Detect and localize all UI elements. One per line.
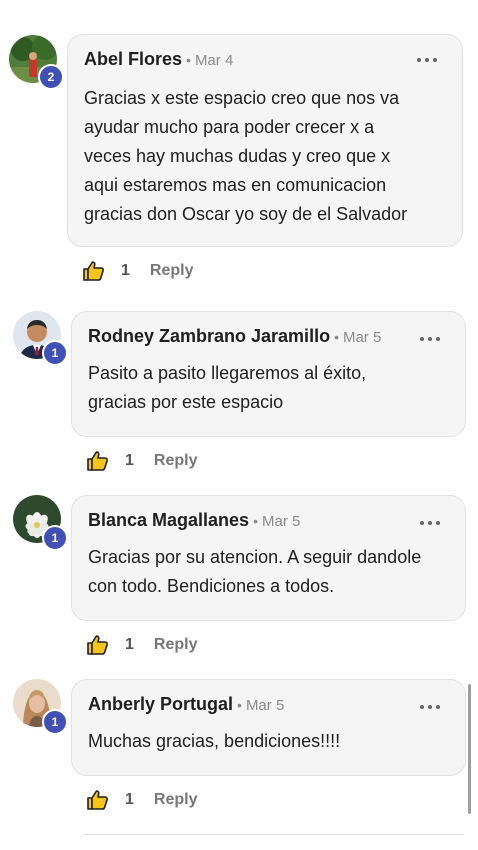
comment-bubble: Rodney Zambrano Jaramillo • Mar 5 Pasito a… [71, 311, 466, 437]
comment-bubble: Anberly Portugal • Mar 5 Muchas gracias, b… [71, 679, 466, 776]
level-badge: 1 [42, 709, 68, 735]
comment-line: veces hay muchas dudas y creo que x [84, 146, 391, 166]
separator-dot: • [334, 329, 339, 345]
comment-line: Gracias x este espacio creo que nos va [84, 88, 400, 108]
scrollbar[interactable] [468, 684, 471, 814]
separator-dot: • [186, 52, 191, 68]
comment-header: Anberly Portugal • Mar 5 [88, 694, 284, 715]
thumbs-up-icon[interactable] [86, 449, 110, 473]
like-count: 1 [125, 452, 134, 469]
thumbs-up-icon[interactable] [86, 788, 110, 812]
comment-bubble: Abel Flores • Mar 4 Gracias x este espacio… [67, 34, 463, 247]
reply-button[interactable]: Reply [154, 452, 198, 470]
level-badge: 1 [42, 340, 68, 366]
comment-actions: 1 Reply [86, 633, 197, 657]
comment-actions: 1 Reply [86, 788, 197, 812]
comment-line: Muchas gracias, bendiciones!!!! [88, 731, 341, 751]
comment-header: Blanca Magallanes • Mar 5 [88, 510, 300, 531]
comment-text: Gracias por su atencion. A seguir dandol… [88, 543, 451, 601]
thumbs-up-icon[interactable] [86, 633, 110, 657]
comment-line: Gracias por su atencion. A seguir dandol… [88, 547, 422, 567]
thumbs-up-icon[interactable] [82, 259, 106, 283]
comment-date[interactable]: Mar 5 [246, 697, 284, 714]
comment-header: Abel Flores • Mar 4 [84, 49, 233, 70]
comment-date[interactable]: Mar 5 [343, 329, 381, 346]
level-badge: 1 [42, 525, 68, 551]
comment-text: Gracias x este espacio creo que nos va a… [84, 84, 448, 229]
comment-line: aqui estaremos mas en comunicacion [84, 175, 387, 195]
like-count: 1 [125, 636, 134, 653]
separator-dot: • [253, 513, 258, 529]
comment-line: gracias don Oscar yo soy de el Salvador [84, 204, 408, 224]
reply-button[interactable]: Reply [154, 636, 198, 654]
divider [84, 834, 464, 835]
comment-actions: 1 Reply [82, 259, 193, 283]
comment-date[interactable]: Mar 5 [262, 513, 300, 530]
like-count: 1 [125, 791, 134, 808]
comment-actions: 1 Reply [86, 449, 197, 473]
comment-bubble: Blanca Magallanes • Mar 5 Gracias por su a… [71, 495, 466, 621]
comment-line: gracias por este espacio [88, 392, 284, 412]
comment-line: con todo. Bendiciones a todos. [88, 576, 335, 596]
author-name[interactable]: Rodney Zambrano Jaramillo [88, 326, 330, 346]
more-options-icon[interactable] [420, 704, 440, 710]
comment-text: Pasito a pasito llegaremos al éxito, gra… [88, 359, 451, 417]
more-options-icon[interactable] [420, 336, 440, 342]
author-name[interactable]: Blanca Magallanes [88, 510, 249, 530]
comment-line: ayudar mucho para poder crecer x a [84, 117, 375, 137]
comment-date[interactable]: Mar 4 [195, 52, 233, 69]
comment-line: Pasito a pasito llegaremos al éxito, [88, 363, 367, 383]
author-name[interactable]: Anberly Portugal [88, 694, 233, 714]
more-options-icon[interactable] [420, 520, 440, 526]
comment-header: Rodney Zambrano Jaramillo • Mar 5 [88, 326, 381, 347]
reply-button[interactable]: Reply [154, 791, 198, 809]
reply-button[interactable]: Reply [150, 262, 194, 280]
more-options-icon[interactable] [417, 57, 437, 63]
like-count: 1 [121, 262, 130, 279]
comment-text: Muchas gracias, bendiciones!!!! [88, 727, 451, 756]
separator-dot: • [237, 697, 242, 713]
author-name[interactable]: Abel Flores [84, 49, 182, 69]
level-badge: 2 [38, 64, 64, 90]
